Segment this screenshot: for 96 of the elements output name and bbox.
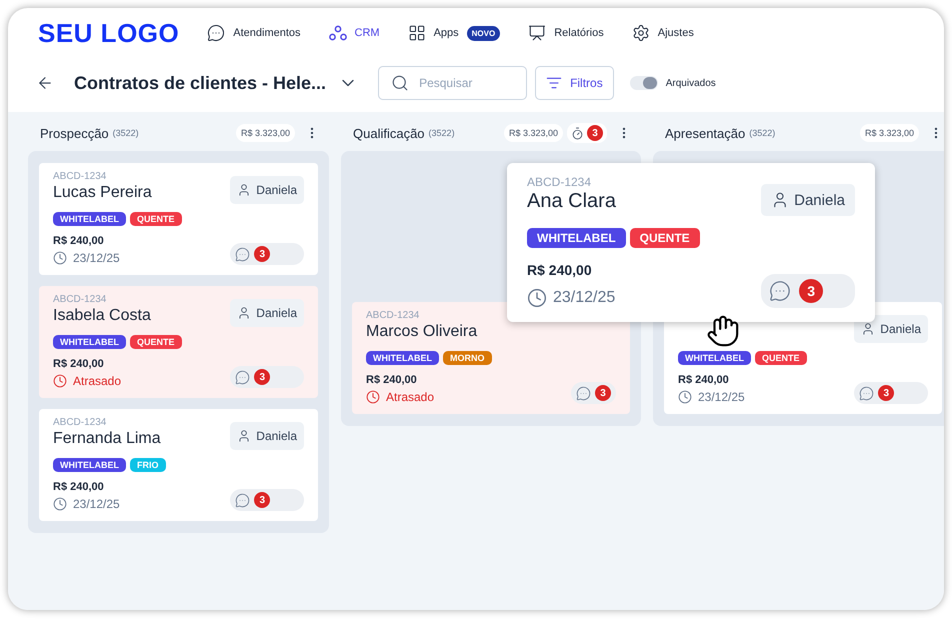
deal-card[interactable]: ABCD-1234 Isabela Costa Daniela WHITELABEL QUENTE R$ 240,00 Atrasado 3	[39, 286, 318, 398]
comments-button[interactable]: 3	[230, 489, 304, 511]
due-date: 23/12/25	[73, 497, 120, 511]
column-title: Apresentação	[665, 126, 746, 140]
deal-code: ABCD-1234	[53, 417, 106, 428]
tag: WHITELABEL	[53, 212, 126, 226]
tag: QUENTE	[130, 212, 182, 226]
nav-item[interactable]: Apps NOVO	[408, 24, 500, 42]
deal-value: R$ 240,00	[366, 374, 418, 386]
assignee-chip[interactable]: Daniela	[854, 315, 928, 343]
contact-name: Isabela Costa	[53, 307, 151, 324]
nav-item[interactable]: Ajustes	[632, 24, 694, 42]
timer-icon	[571, 126, 584, 140]
search-field[interactable]: Pesquisar	[378, 66, 528, 100]
clock-icon	[53, 251, 67, 265]
assignee-chip[interactable]: Daniela	[230, 299, 304, 327]
chat-icon	[859, 386, 874, 400]
overdue-label: Atrasado	[73, 374, 122, 388]
deal-code: ABCD-1234	[366, 310, 420, 321]
due-date: 23/12/25	[73, 251, 120, 265]
contact-name: Fernanda Lima	[53, 430, 161, 447]
column-count: (3522)	[112, 128, 139, 138]
deal-code: ABCD-1234	[53, 294, 106, 305]
clock-icon	[53, 374, 67, 388]
deal-value: R$ 240,00	[53, 358, 105, 370]
column-title: Prospecção	[40, 126, 109, 140]
contact-name: Lucas Pereira	[53, 184, 152, 201]
clock-icon	[678, 390, 692, 404]
settings-icon	[632, 24, 650, 42]
comments-button[interactable]: 3	[230, 366, 304, 388]
tag: WHITELABEL	[366, 351, 439, 365]
deal-value: R$ 240,00	[527, 262, 593, 278]
assignee-chip[interactable]: Daniela	[761, 184, 855, 216]
chat-icon	[235, 246, 250, 262]
deal-code: ABCD-1234	[527, 175, 592, 189]
tag: WHITELABEL	[53, 335, 126, 349]
nav-item[interactable]: Relatórios	[528, 24, 604, 42]
timer-alert[interactable]: 3	[567, 123, 607, 143]
comments-button[interactable]: 3	[761, 274, 855, 308]
tag: QUENTE	[755, 351, 807, 365]
hand-cursor-icon	[706, 314, 740, 348]
column-count: (3522)	[428, 128, 455, 138]
tag: WHITELABEL	[53, 458, 126, 472]
user-icon	[861, 322, 876, 336]
due-date: 23/12/25	[698, 390, 745, 404]
deal-card[interactable]: ABCD-1234 Lucas Pereira Daniela WHITELABEL QUENTE R$ 240,00 23/12/25 3	[39, 163, 318, 275]
chat-icon	[576, 386, 591, 400]
clock-icon	[53, 497, 67, 511]
chat-icon	[235, 492, 250, 508]
tag: QUENTE	[630, 228, 700, 248]
search-icon	[391, 74, 410, 92]
new-badge: NOVO	[466, 26, 500, 40]
chat-icon	[769, 280, 792, 302]
deal-code: ABCD-1234	[53, 171, 106, 182]
tag: FRIO	[130, 458, 166, 472]
deal-card[interactable]: ABCD-1234 Marcos Oliveira WHITELABEL MORNO R$ 240,00 Atrasado 3	[352, 302, 630, 414]
nav-item[interactable]: CRM	[328, 25, 380, 41]
toggle-label: Arquivados	[666, 78, 716, 88]
comments-button[interactable]: 3	[230, 243, 304, 265]
chart-board-icon	[528, 24, 546, 42]
column-title: Qualificação	[353, 126, 425, 140]
column-count: (3522)	[749, 128, 776, 138]
deal-value: R$ 240,00	[53, 235, 105, 247]
deal-value: R$ 240,00	[678, 374, 730, 386]
chat-icon	[235, 370, 250, 384]
contact-name: Ana Clara	[527, 190, 616, 212]
deal-value: R$ 240,00	[53, 481, 105, 493]
logo: SEU LOGO	[38, 18, 180, 48]
tag: QUENTE	[130, 335, 182, 349]
clock-icon	[527, 288, 547, 308]
filter-icon	[546, 75, 562, 91]
column-total: R$ 3.323,00	[504, 124, 563, 142]
archived-toggle[interactable]	[630, 76, 658, 90]
user-icon	[237, 306, 252, 320]
chat-icon	[207, 24, 226, 42]
assignee-chip[interactable]: Daniela	[230, 422, 304, 450]
filter-button[interactable]: Filtros	[535, 66, 614, 100]
tag: MORNO	[443, 351, 492, 365]
comments-button[interactable]: 3	[571, 382, 616, 404]
board-title: Contratos de clientes - Hele...	[74, 72, 326, 94]
user-icon	[237, 429, 252, 443]
tag: WHITELABEL	[678, 351, 751, 365]
overdue-label: Atrasado	[386, 390, 434, 404]
column-total: R$ 3.323,00	[860, 124, 919, 142]
nav-item[interactable]: Atendimentos	[207, 24, 301, 42]
assignee-chip[interactable]: Daniela	[230, 176, 304, 204]
comments-button[interactable]: 3	[854, 382, 928, 404]
deal-card[interactable]: ABCD-1234 Fernanda Lima Daniela WHITELABEL FRIO R$ 240,00 23/12/25 3	[39, 409, 318, 521]
grid-icon	[408, 24, 426, 42]
tag: WHITELABEL	[527, 228, 626, 248]
crm-icon	[328, 25, 347, 41]
user-icon	[237, 183, 252, 197]
contact-name: Marcos Oliveira	[366, 323, 478, 340]
column-total: R$ 3.323,00	[236, 124, 295, 142]
dragged-deal-card[interactable]: ABCD-1234 Ana Clara Daniela WHITELABEL QUENTE R$ 240,00 23/12/25 3	[507, 163, 875, 322]
clock-icon	[366, 390, 380, 404]
